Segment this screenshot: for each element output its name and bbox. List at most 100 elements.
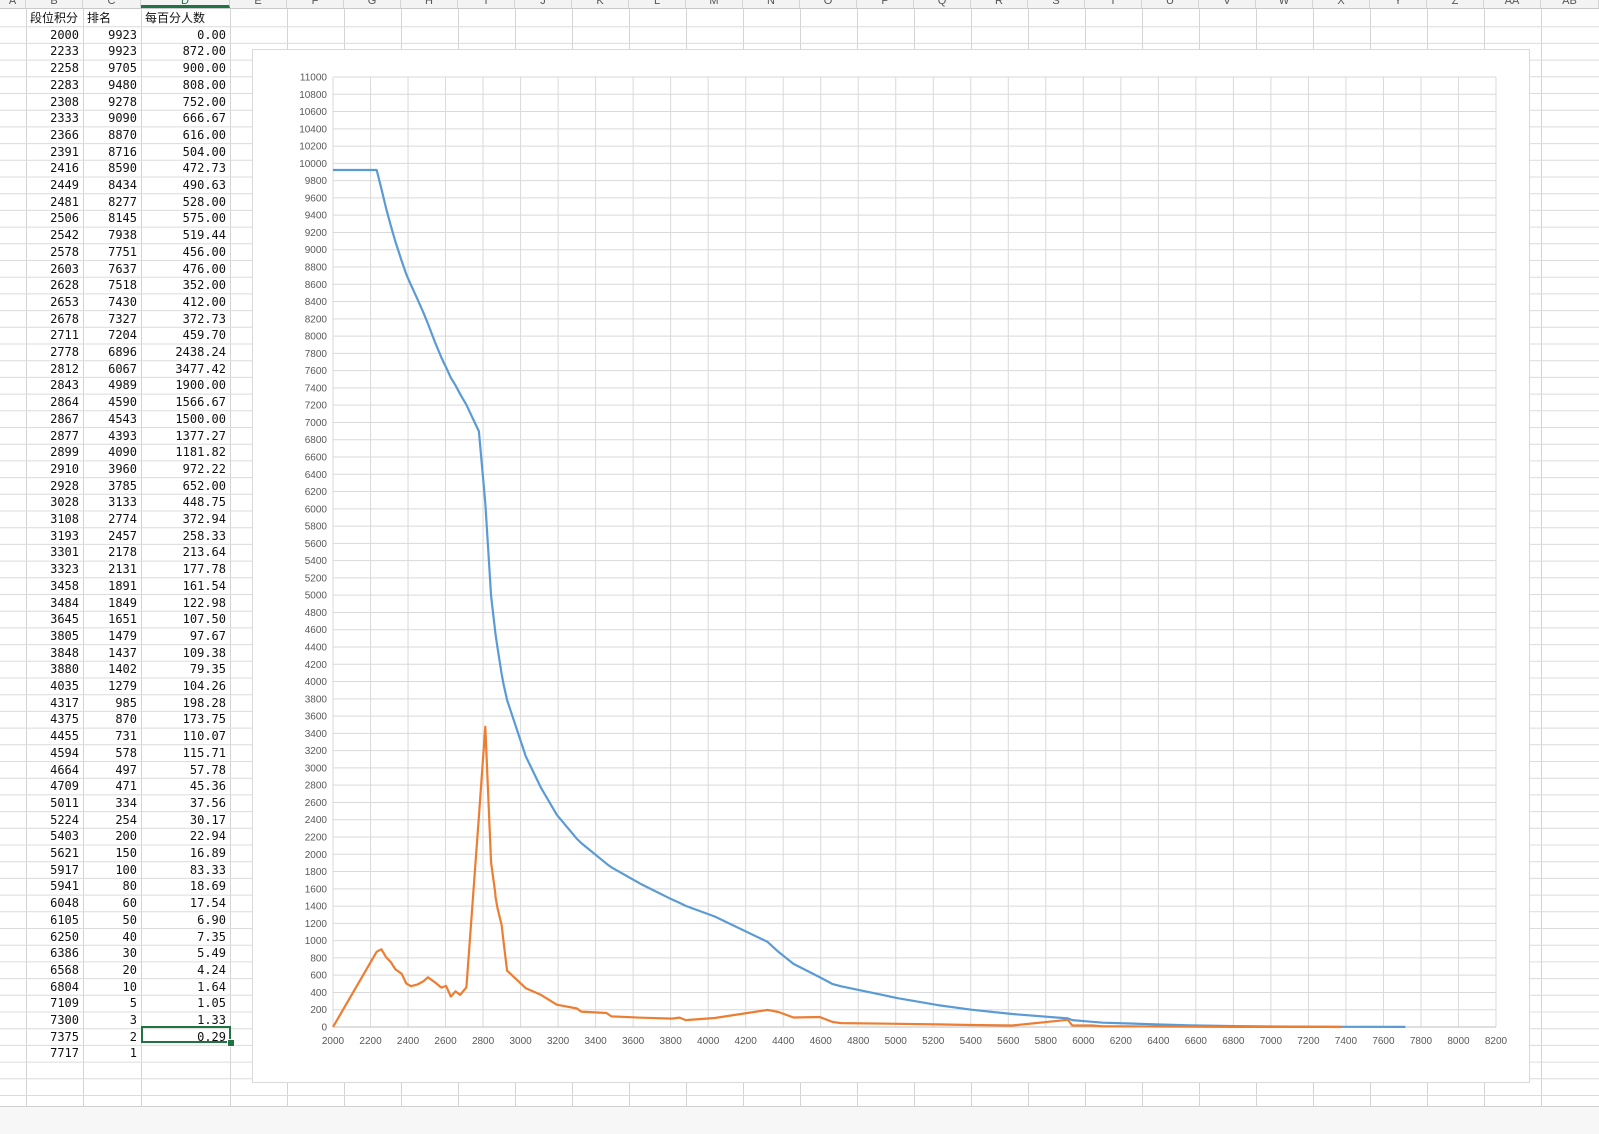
table-cell[interactable]: 3028 <box>26 494 83 511</box>
table-cell[interactable]: 459.70 <box>141 327 230 344</box>
table-cell[interactable]: 3477.42 <box>141 361 230 378</box>
column-header-b[interactable]: B <box>26 0 83 8</box>
line-chart[interactable]: 2000 2200 2400 2600 2800 3000 3200 3400 3600 3800… <box>252 49 1530 1083</box>
table-cell[interactable]: 2283 <box>26 77 83 94</box>
table-cell[interactable]: 5224 <box>26 812 83 829</box>
table-cell[interactable]: 2178 <box>83 544 141 561</box>
table-cell[interactable]: 731 <box>83 728 141 745</box>
column-header-i[interactable]: I <box>458 0 515 8</box>
column-header-aa[interactable]: AA <box>1484 0 1541 8</box>
table-cell[interactable]: 17.54 <box>141 895 230 912</box>
table-cell[interactable]: 177.78 <box>141 561 230 578</box>
table-cell[interactable]: 3960 <box>83 461 141 478</box>
table-cell[interactable]: 1181.82 <box>141 444 230 461</box>
table-cell[interactable]: 40 <box>83 929 141 946</box>
table-cell[interactable]: 6105 <box>26 912 83 929</box>
table-cell[interactable]: 7375 <box>26 1029 83 1046</box>
table-cell[interactable]: 6250 <box>26 929 83 946</box>
column-header-ab[interactable]: AB <box>1541 0 1599 8</box>
table-cell[interactable]: 107.50 <box>141 611 230 628</box>
table-cell[interactable]: 448.75 <box>141 494 230 511</box>
table-cell[interactable]: 7717 <box>26 1045 83 1062</box>
table-cell[interactable]: 8590 <box>83 160 141 177</box>
table-cell[interactable]: 16.89 <box>141 845 230 862</box>
table-cell[interactable]: 5 <box>83 995 141 1012</box>
table-cell[interactable]: 7430 <box>83 294 141 311</box>
table-cell[interactable]: 9923 <box>83 43 141 60</box>
table-cell[interactable]: 1500.00 <box>141 411 230 428</box>
table-cell[interactable]: 412.00 <box>141 294 230 311</box>
table-cell[interactable]: 5917 <box>26 862 83 879</box>
table-cell[interactable]: 122.98 <box>141 595 230 612</box>
table-cell[interactable]: 2438.24 <box>141 344 230 361</box>
table-cell[interactable]: 57.78 <box>141 762 230 779</box>
table-cell[interactable]: 2416 <box>26 160 83 177</box>
table-cell[interactable]: 254 <box>83 812 141 829</box>
table-cell[interactable]: 9278 <box>83 94 141 111</box>
table-cell[interactable]: 8870 <box>83 127 141 144</box>
table-cell[interactable]: 258.33 <box>141 528 230 545</box>
table-cell[interactable]: 1279 <box>83 678 141 695</box>
table-cell[interactable]: 8434 <box>83 177 141 194</box>
table-cell[interactable]: 2778 <box>26 344 83 361</box>
table-cell[interactable]: 30 <box>83 945 141 962</box>
table-cell[interactable]: 2449 <box>26 177 83 194</box>
per-hundred-series-line[interactable] <box>332 725 1342 1029</box>
table-cell[interactable]: 2899 <box>26 444 83 461</box>
table-cell[interactable]: 2366 <box>26 127 83 144</box>
table-cell[interactable]: 7751 <box>83 244 141 261</box>
table-cell[interactable]: 7109 <box>26 995 83 1012</box>
table-cell[interactable]: 2711 <box>26 327 83 344</box>
table-cell[interactable]: 6568 <box>26 962 83 979</box>
table-cell[interactable]: 200 <box>83 828 141 845</box>
table-cell[interactable]: 7.35 <box>141 929 230 946</box>
table-cell[interactable]: 8277 <box>83 194 141 211</box>
table-cell[interactable]: 497 <box>83 762 141 779</box>
table-cell[interactable]: 110.07 <box>141 728 230 745</box>
table-cell[interactable]: 79.35 <box>141 661 230 678</box>
column-header-l[interactable]: L <box>629 0 686 8</box>
table-cell[interactable]: 30.17 <box>141 812 230 829</box>
table-cell[interactable]: 7637 <box>83 261 141 278</box>
table-cell[interactable]: 2131 <box>83 561 141 578</box>
column-header-d[interactable]: D <box>141 0 230 8</box>
column-header-q[interactable]: Q <box>914 0 971 8</box>
table-cell[interactable]: 3133 <box>83 494 141 511</box>
table-cell[interactable]: 7518 <box>83 277 141 294</box>
table-cell[interactable]: 5011 <box>26 795 83 812</box>
table-cell[interactable]: 115.71 <box>141 745 230 762</box>
table-cell[interactable]: 2774 <box>83 511 141 528</box>
table-cell[interactable]: 4989 <box>83 377 141 394</box>
table-cell[interactable]: 870 <box>83 711 141 728</box>
table-cell[interactable]: 1566.67 <box>141 394 230 411</box>
table-cell[interactable]: 578 <box>83 745 141 762</box>
table-cell[interactable]: 3645 <box>26 611 83 628</box>
table-cell[interactable]: 352.00 <box>141 277 230 294</box>
table-cell[interactable]: 5403 <box>26 828 83 845</box>
column-header-c[interactable]: C <box>83 0 141 8</box>
column-header-e[interactable]: E <box>230 0 287 8</box>
table-cell[interactable]: 1 <box>83 1045 141 1062</box>
table-cell[interactable]: 1437 <box>83 645 141 662</box>
column-header-w[interactable]: W <box>1256 0 1313 8</box>
column-header-h[interactable]: H <box>401 0 458 8</box>
table-cell[interactable]: 476.00 <box>141 261 230 278</box>
table-cell[interactable]: 37.56 <box>141 795 230 812</box>
table-cell[interactable]: 6896 <box>83 344 141 361</box>
table-cell[interactable]: 2233 <box>26 43 83 60</box>
table-cell[interactable]: 109.38 <box>141 645 230 662</box>
table-cell[interactable]: 83.33 <box>141 862 230 879</box>
table-cell[interactable]: 3301 <box>26 544 83 561</box>
table-cell[interactable]: 1900.00 <box>141 377 230 394</box>
table-cell[interactable]: 2506 <box>26 210 83 227</box>
table-cell[interactable]: 2258 <box>26 60 83 77</box>
table-cell[interactable]: 9923 <box>83 27 141 44</box>
table-cell[interactable]: 6804 <box>26 979 83 996</box>
table-cell[interactable]: 3848 <box>26 645 83 662</box>
column-header-m[interactable]: M <box>686 0 743 8</box>
table-cell[interactable]: 752.00 <box>141 94 230 111</box>
table-cell[interactable]: 900.00 <box>141 60 230 77</box>
table-cell[interactable]: 2843 <box>26 377 83 394</box>
table-cell[interactable]: 334 <box>83 795 141 812</box>
table-cell[interactable]: 9705 <box>83 60 141 77</box>
